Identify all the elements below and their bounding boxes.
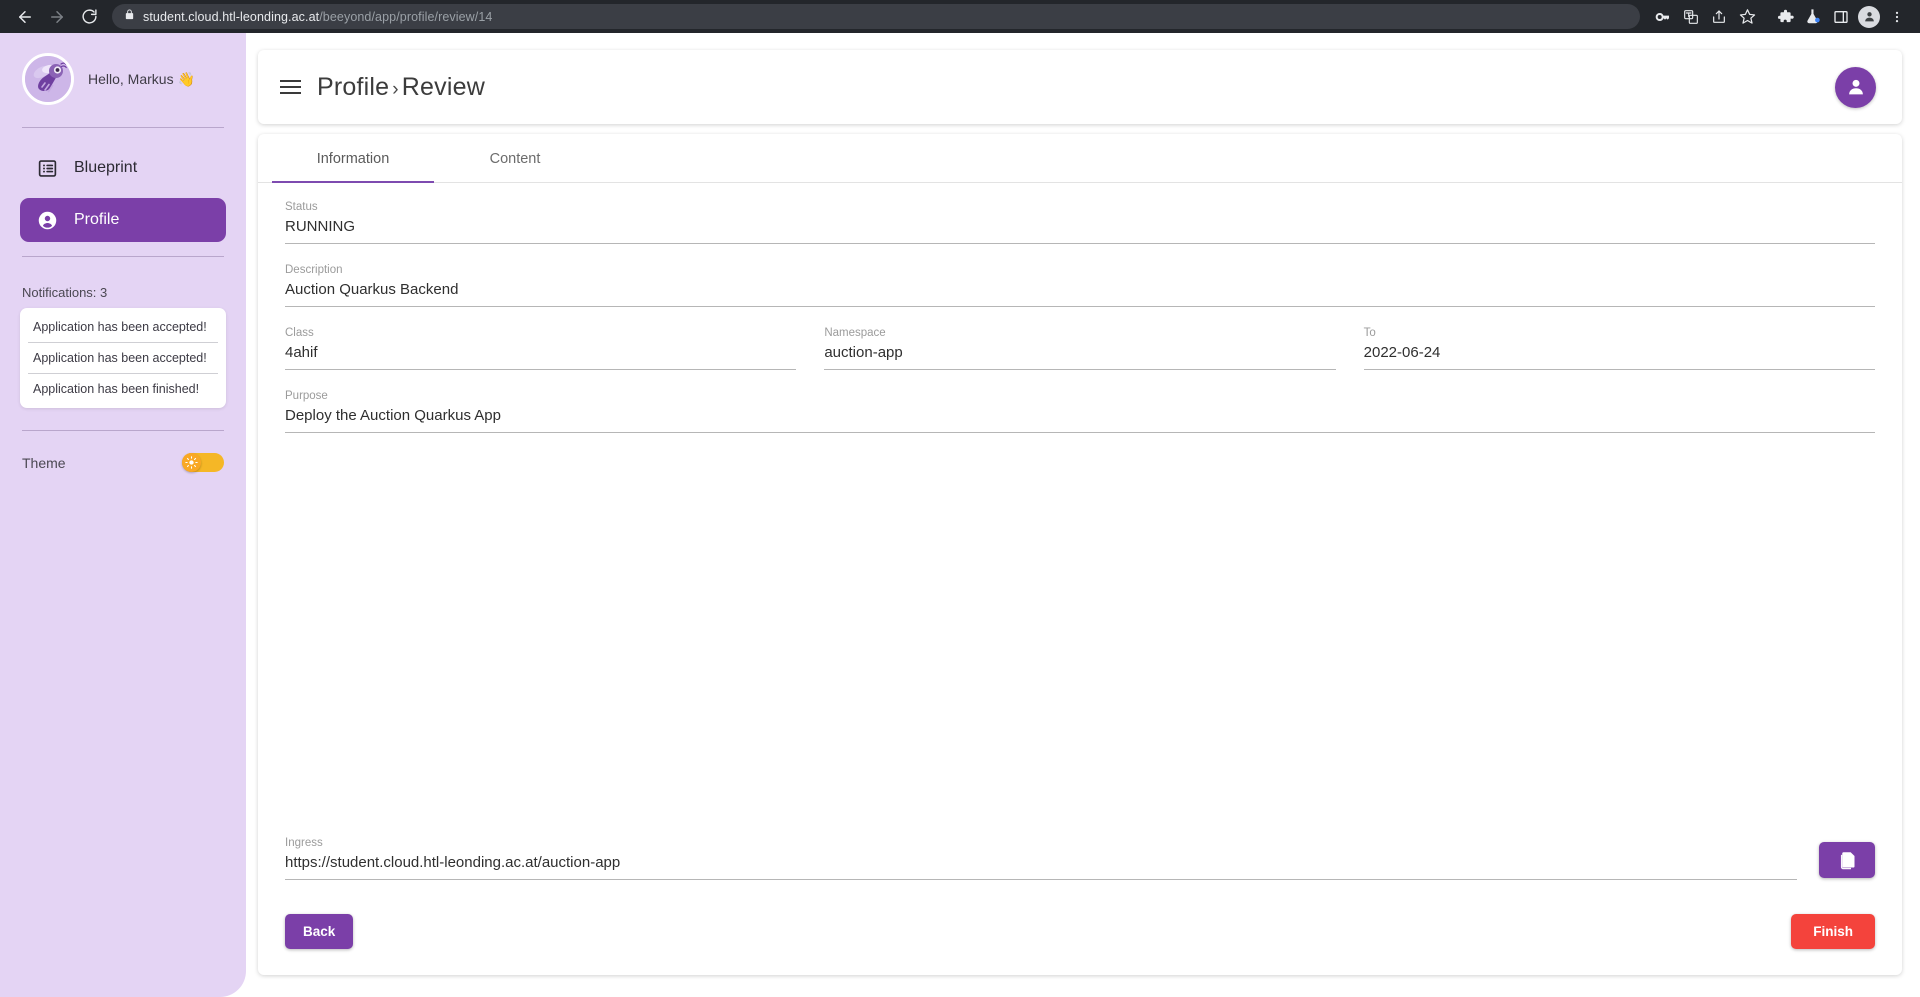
- sidebar-item-label: Profile: [74, 211, 120, 228]
- profile-avatar-icon[interactable]: [1856, 4, 1882, 30]
- breadcrumb-separator: ›: [392, 78, 399, 100]
- field-ingress: Ingress https://student.cloud.htl-leondi…: [285, 837, 1797, 880]
- sidebar-nav: Blueprint Profile: [20, 128, 226, 242]
- sidebar-divider-bottom: [22, 430, 224, 431]
- to-value[interactable]: 2022-06-24: [1363, 344, 1875, 370]
- browser-toolbar: student.cloud.htl-leonding.ac.at/beeyond…: [0, 0, 1920, 33]
- form-actions: Back Finish: [258, 880, 1902, 975]
- tab-label: Information: [316, 151, 390, 167]
- sidebar-item-profile[interactable]: Profile: [20, 198, 226, 242]
- breadcrumb-current: Review: [401, 72, 485, 101]
- field-purpose: Purpose Deploy the Auction Quarkus App: [285, 390, 1875, 433]
- field-label: Status: [285, 201, 318, 213]
- theme-row: Theme: [20, 453, 226, 472]
- purpose-value[interactable]: Deploy the Auction Quarkus App: [285, 407, 1875, 433]
- field-status: Status RUNNING: [285, 201, 1875, 244]
- copy-ingress-button[interactable]: [1819, 842, 1875, 878]
- lock-icon: [124, 8, 135, 26]
- sun-icon: [185, 456, 198, 469]
- account-button[interactable]: [1835, 66, 1876, 108]
- field-label: Description: [285, 264, 343, 276]
- labs-flask-icon[interactable]: [1800, 4, 1826, 30]
- password-key-icon[interactable]: [1650, 4, 1676, 30]
- extensions-puzzle-icon[interactable]: [1772, 4, 1798, 30]
- field-class: Class 4ahif: [285, 327, 797, 370]
- notification-item[interactable]: Application has been accepted!: [28, 343, 218, 374]
- ingress-row: Ingress https://student.cloud.htl-leondi…: [285, 837, 1875, 880]
- tab-information[interactable]: Information: [272, 134, 434, 183]
- person-icon: [1848, 79, 1863, 95]
- side-panel-icon[interactable]: [1828, 4, 1854, 30]
- sidebar-item-blueprint[interactable]: Blueprint: [20, 146, 226, 190]
- copy-icon: [1840, 851, 1854, 869]
- status-value[interactable]: RUNNING: [285, 218, 1875, 244]
- main-area: Profile › Review Information Content Statu…: [246, 33, 1920, 997]
- url-domain: student.cloud.htl-leonding.ac.at: [143, 9, 320, 24]
- theme-toggle-knob: [182, 453, 201, 472]
- field-label: Ingress: [285, 837, 323, 849]
- greeting-text: Hello, Markus 👋: [88, 70, 195, 87]
- notification-item[interactable]: Application has been finished!: [28, 374, 218, 404]
- back-button[interactable]: Back: [285, 914, 354, 949]
- list-blueprint-icon: [36, 157, 58, 179]
- sidebar-item-label: Blueprint: [74, 159, 138, 176]
- reload-button[interactable]: [74, 2, 104, 32]
- field-label: Purpose: [285, 390, 328, 402]
- translate-icon[interactable]: [1678, 4, 1704, 30]
- information-form: Status RUNNING Description Auction Quark…: [258, 183, 1902, 880]
- finish-button[interactable]: Finish: [1791, 914, 1875, 949]
- breadcrumb: Profile › Review: [280, 73, 485, 102]
- field-label: Namespace: [824, 327, 886, 339]
- share-icon[interactable]: [1706, 4, 1732, 30]
- field-label: Class: [285, 327, 314, 339]
- forward-button[interactable]: [42, 2, 72, 32]
- sidebar: Hello, Markus 👋 Blueprint Profile Notifi…: [0, 33, 246, 997]
- bookmark-star-icon[interactable]: [1734, 4, 1760, 30]
- sidebar-divider-mid: [22, 256, 224, 257]
- bee-avatar: [22, 53, 74, 105]
- theme-label: Theme: [22, 454, 66, 471]
- notifications-title: Notifications: 3: [22, 285, 108, 300]
- page-topbar: Profile › Review: [258, 50, 1902, 124]
- notifications-card: Application has been accepted! Applicati…: [20, 308, 226, 408]
- sidebar-profile-header: Hello, Markus 👋: [20, 33, 226, 105]
- field-to: To 2022-06-24: [1363, 327, 1875, 370]
- address-bar-text: student.cloud.htl-leonding.ac.at/beeyond…: [143, 10, 493, 24]
- back-button[interactable]: [10, 2, 40, 32]
- avatar-chip: [1858, 5, 1880, 28]
- three-dot-menu-icon[interactable]: [1884, 4, 1910, 30]
- field-description: Description Auction Quarkus Backend: [285, 264, 1875, 307]
- field-label: To: [1363, 327, 1376, 339]
- breadcrumb-root[interactable]: Profile: [317, 73, 389, 101]
- tab-label: Content: [489, 151, 541, 167]
- ingress-value[interactable]: https://student.cloud.htl-leonding.ac.at…: [285, 854, 1797, 880]
- page-title: Profile › Review: [317, 73, 485, 102]
- theme-toggle[interactable]: [182, 453, 224, 472]
- class-value[interactable]: 4ahif: [285, 344, 797, 370]
- browser-action-icons: [1650, 4, 1910, 30]
- app-root: Hello, Markus 👋 Blueprint Profile Notifi…: [0, 33, 1920, 997]
- tab-content[interactable]: Content: [434, 134, 596, 182]
- address-bar[interactable]: student.cloud.htl-leonding.ac.at/beeyond…: [112, 4, 1640, 29]
- hamburger-menu-icon[interactable]: [280, 80, 301, 94]
- notification-item[interactable]: Application has been accepted!: [28, 312, 218, 343]
- form-spacer: [285, 453, 1875, 837]
- content-card: Information Content Status RUNNING Descr…: [258, 134, 1902, 975]
- url-path: /beeyond/app/profile/review/14: [319, 9, 493, 24]
- description-value[interactable]: Auction Quarkus Backend: [285, 281, 1875, 307]
- tab-bar: Information Content: [258, 134, 1902, 183]
- field-namespace: Namespace auction-app: [824, 327, 1336, 370]
- person-circle-icon: [36, 209, 58, 231]
- field-row: Class 4ahif Namespace auction-app To 202…: [285, 327, 1875, 390]
- namespace-value[interactable]: auction-app: [824, 344, 1336, 370]
